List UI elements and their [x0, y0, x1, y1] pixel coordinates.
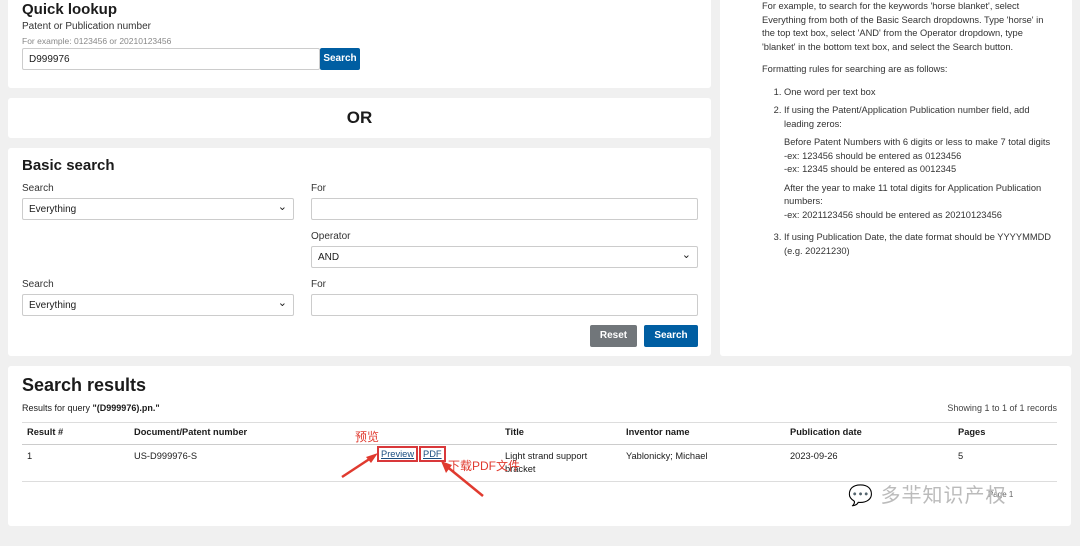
help-panel: For example, to search for the keywords … — [720, 0, 1072, 356]
help-rule-2d: After the year to make 11 total digits f… — [784, 182, 1042, 207]
operator-select[interactable]: AND — [311, 246, 698, 268]
query-text: "(D999976).pn." — [92, 403, 160, 413]
for-label-1: For — [311, 183, 326, 194]
basic-search-panel: Basic search Search Everything For Opera… — [8, 148, 711, 356]
records-count: Showing 1 to 1 of 1 records — [947, 403, 1057, 413]
search-field-label-2: Search — [22, 279, 54, 290]
col-title: Title — [505, 427, 524, 437]
help-rule-3: If using Publication Date, the date form… — [784, 231, 1052, 258]
basic-search-title: Basic search — [22, 157, 115, 174]
basic-search-button[interactable]: Search — [644, 325, 698, 347]
cell-document: US-D999976-S — [134, 451, 198, 461]
cell-pages: 5 — [958, 451, 964, 461]
col-document: Document/Patent number — [134, 427, 248, 437]
help-rule-2: If using the Patent/Application Publicat… — [784, 104, 1052, 222]
top-divider — [22, 422, 1057, 423]
for-input-2[interactable] — [311, 294, 698, 316]
results-query: Results for query "(D999976).pn." — [22, 403, 160, 413]
col-result: Result # — [27, 427, 64, 437]
cell-inventor: Yablonicky; Michael — [626, 451, 708, 461]
or-divider: OR — [8, 98, 711, 138]
help-rule-2a: Before Patent Numbers with 6 digits or l… — [784, 137, 1051, 147]
search-results-panel: Search results Results for query "(D9999… — [8, 366, 1071, 526]
help-rule-2b: -ex: 123456 should be entered as 0123456 — [784, 150, 962, 161]
quick-search-button[interactable]: Search — [320, 48, 360, 70]
cell-result: 1 — [27, 451, 33, 461]
help-rules-title: Formatting rules for searching are as fo… — [762, 64, 948, 74]
help-rule-2-text: If using the Patent/Application Publicat… — [784, 105, 1030, 129]
quick-lookup-panel: Quick lookup Patent or Publication numbe… — [8, 0, 711, 88]
operator-label: Operator — [311, 231, 351, 242]
help-rule-2c: -ex: 12345 should be entered as 0012345 — [784, 164, 957, 174]
help-rule-1: One word per text box — [784, 86, 1052, 100]
arrow-to-pdf — [444, 464, 484, 497]
cell-date: 2023-09-26 — [790, 451, 838, 461]
watermark-text: 多羋知识产权 — [880, 485, 1007, 507]
patent-number-input[interactable]: D999976 — [22, 48, 320, 70]
watermark: 💬 多羋知识产权 — [848, 479, 1006, 508]
wechat-icon: 💬 — [848, 485, 874, 507]
header-divider — [22, 444, 1057, 445]
results-title: Search results — [22, 375, 147, 395]
col-date: Publication date — [790, 427, 862, 437]
col-pages: Pages — [958, 427, 986, 437]
arrowhead-pdf — [441, 461, 452, 473]
for-label-2: For — [311, 279, 326, 290]
help-rule-2e: -ex: 2021123456 should be entered as 202… — [784, 209, 1002, 220]
query-prefix: Results for query — [22, 403, 93, 413]
patent-number-hint: For example: 0123456 or 20210123456 — [22, 36, 172, 46]
search-field-label: Search — [22, 183, 54, 194]
search-field-select-2[interactable]: Everything — [22, 294, 294, 316]
help-intro: For example, to search for the keywords … — [762, 1, 1044, 52]
quick-lookup-title: Quick lookup — [22, 1, 118, 18]
annotation-preview: 预览 — [355, 430, 380, 444]
col-inventor: Inventor name — [626, 427, 690, 437]
annotation-arrows — [341, 453, 484, 497]
reset-button[interactable]: Reset — [590, 325, 637, 347]
for-input-1[interactable] — [311, 198, 698, 220]
search-field-select-1[interactable]: Everything — [22, 198, 294, 220]
patent-number-label: Patent or Publication number — [22, 21, 151, 32]
